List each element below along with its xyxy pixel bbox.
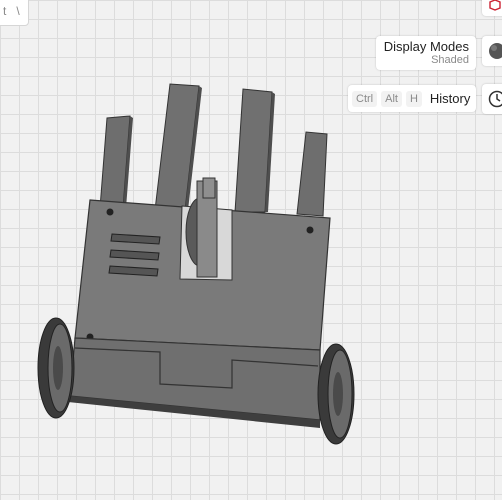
display-modes-value: Shaded bbox=[431, 54, 469, 66]
wheel-left bbox=[37, 317, 75, 419]
shortcut-key-2: \ bbox=[16, 4, 20, 18]
toolbar-shortcuts: t \ bbox=[0, 0, 29, 26]
shortcut-ctrl: Ctrl bbox=[352, 90, 378, 107]
display-modes-title: Display Modes bbox=[383, 39, 469, 54]
shortcut-h: H bbox=[405, 90, 422, 107]
3d-viewport[interactable]: t \ Display Modes Shaded Ctrl Alt H Hist… bbox=[0, 0, 502, 500]
view-cube-button[interactable] bbox=[482, 0, 502, 16]
display-modes-button[interactable] bbox=[482, 36, 502, 66]
wheel-right bbox=[317, 343, 355, 445]
shortcut-key-1: t bbox=[3, 4, 7, 18]
cube-view-icon bbox=[489, 0, 501, 11]
shortcut-alt: Alt bbox=[381, 90, 402, 107]
front-plate bbox=[69, 337, 321, 421]
robot-model[interactable] bbox=[0, 0, 502, 500]
display-modes-panel[interactable]: Display Modes Shaded bbox=[376, 36, 476, 70]
history-label: History bbox=[429, 91, 471, 106]
history-panel[interactable]: Ctrl Alt H History bbox=[348, 85, 476, 112]
history-button[interactable] bbox=[482, 84, 502, 114]
upright-right bbox=[296, 131, 328, 217]
sphere-icon bbox=[489, 43, 502, 59]
vent-slots bbox=[108, 233, 161, 277]
clock-icon bbox=[488, 90, 502, 108]
